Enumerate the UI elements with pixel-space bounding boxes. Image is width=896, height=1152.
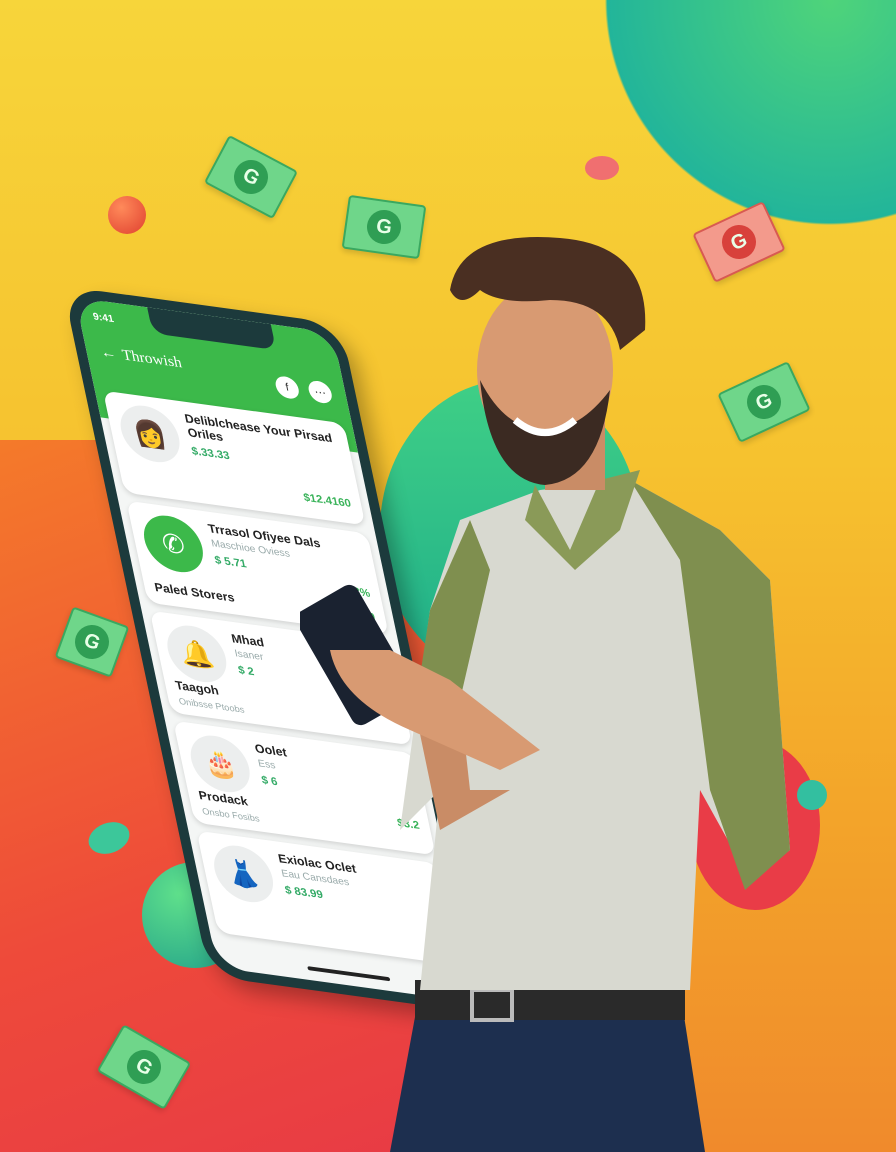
bill-symbol: G <box>70 620 114 664</box>
header-title: Throwish <box>120 347 184 372</box>
pink-sphere <box>585 156 619 180</box>
card-subtitle: Isaner <box>233 648 265 664</box>
money-bill: G <box>203 134 299 220</box>
card-subtitle: Ess <box>257 758 277 772</box>
card-footer-subtitle: Onibsse Ptoobs <box>177 695 246 715</box>
cake-product-image: 🎂 <box>185 731 255 796</box>
bell-product-image: 🔔 <box>162 621 232 686</box>
whatsapp-icon: ✆ <box>138 511 209 576</box>
card-price: $ 6 <box>260 774 279 789</box>
teal-circle <box>605 0 896 225</box>
bill-symbol: G <box>228 154 274 200</box>
card-footer-subtitle: Onsbo Fosibs <box>201 805 261 824</box>
woman-avatar: 👩 <box>115 401 185 466</box>
dress-product-image: 👗 <box>208 841 279 906</box>
bill-symbol: G <box>120 1043 168 1091</box>
card-title: Oolet <box>253 741 288 760</box>
card-price: $ 2 <box>237 664 256 679</box>
red-sphere <box>108 196 146 234</box>
card-title: Mhad <box>230 631 266 650</box>
man-illustration <box>300 237 790 1152</box>
back-arrow-icon[interactable]: ← <box>99 344 118 363</box>
facebook-icon[interactable]: f <box>273 375 301 401</box>
